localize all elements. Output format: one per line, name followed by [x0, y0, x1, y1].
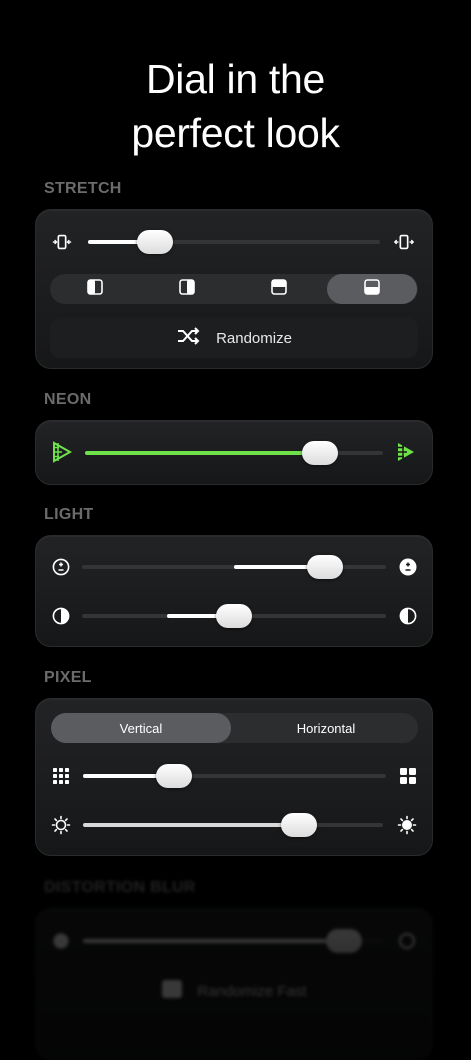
split-left-button[interactable]	[50, 274, 140, 304]
neon-card	[35, 420, 433, 485]
pixel-card: Vertical Horizontal	[35, 698, 433, 856]
neon-high-icon	[395, 441, 417, 463]
split-right-button[interactable]	[142, 274, 232, 304]
neon-section-label: NEON	[44, 391, 92, 408]
randomize-fast-button[interactable]: Randomize Fast	[50, 971, 418, 1011]
pixel-brightness-slider[interactable]	[83, 813, 383, 837]
stretch-wide-icon	[393, 231, 415, 253]
distortion-section-label: DISTORTION BLUR	[44, 879, 196, 896]
neon-low-icon	[51, 441, 73, 463]
distortion-high-icon	[396, 930, 418, 952]
contrast-high-icon	[397, 605, 419, 627]
contrast-slider[interactable]	[82, 604, 386, 628]
pixel-brightness-slider-thumb[interactable]	[281, 813, 317, 837]
contrast-low-icon	[50, 605, 72, 627]
split-top-button[interactable]	[234, 274, 324, 304]
small-grid-icon	[50, 765, 72, 787]
page-title: Dial in the perfect look	[0, 52, 471, 160]
pixel-brightness-slider-fill	[83, 823, 299, 827]
light-section-label: LIGHT	[44, 506, 94, 523]
tab-horizontal[interactable]: Horizontal	[234, 713, 418, 743]
light-card	[35, 535, 433, 647]
stretch-slider[interactable]	[88, 230, 380, 254]
stretch-card: Randomize	[35, 209, 433, 369]
split-left-icon	[87, 278, 103, 300]
pixel-orientation-tabs: Vertical Horizontal	[51, 713, 418, 743]
tab-vertical[interactable]: Vertical	[51, 713, 231, 743]
randomize-fast-icon	[161, 979, 183, 1004]
tab-horizontal-label: Horizontal	[296, 720, 356, 736]
split-top-icon	[271, 278, 287, 300]
neon-slider-fill	[85, 451, 321, 455]
pixel-section-label: PIXEL	[44, 669, 92, 686]
split-bottom-button[interactable]	[327, 274, 417, 304]
exposure-slider-thumb[interactable]	[307, 555, 344, 579]
large-grid-icon	[397, 765, 419, 787]
shuffle-icon	[176, 326, 202, 351]
exposure-high-icon	[397, 556, 419, 578]
neon-slider[interactable]	[85, 441, 383, 465]
stretch-mode-selector	[50, 274, 418, 304]
randomize-button[interactable]: Randomize	[50, 318, 418, 358]
randomize-fast-label: Randomize Fast	[197, 982, 307, 1000]
tab-vertical-label: Vertical	[119, 720, 163, 736]
stretch-section-label: STRETCH	[44, 180, 122, 197]
contrast-slider-thumb[interactable]	[216, 604, 252, 628]
split-right-icon	[179, 278, 195, 300]
title-line-1: Dial in the	[145, 56, 326, 102]
distortion-slider[interactable]	[83, 929, 383, 953]
distortion-slider-thumb[interactable]	[326, 929, 362, 953]
exposure-slider[interactable]	[82, 555, 386, 579]
distortion-card: Randomize Fast	[35, 908, 433, 1060]
pixel-size-slider-thumb[interactable]	[155, 764, 192, 788]
distortion-slider-fill	[83, 939, 344, 943]
stretch-narrow-icon	[51, 231, 73, 253]
title-line-2: perfect look	[131, 110, 340, 156]
neon-slider-thumb[interactable]	[302, 441, 339, 465]
pixel-size-slider[interactable]	[83, 764, 386, 788]
brightness-high-icon	[396, 814, 418, 836]
brightness-low-icon	[50, 814, 72, 836]
distortion-low-icon	[50, 930, 72, 952]
randomize-label: Randomize	[216, 329, 292, 347]
exposure-low-icon	[50, 556, 72, 578]
stretch-slider-thumb[interactable]	[137, 230, 174, 254]
split-bottom-icon	[364, 278, 380, 300]
